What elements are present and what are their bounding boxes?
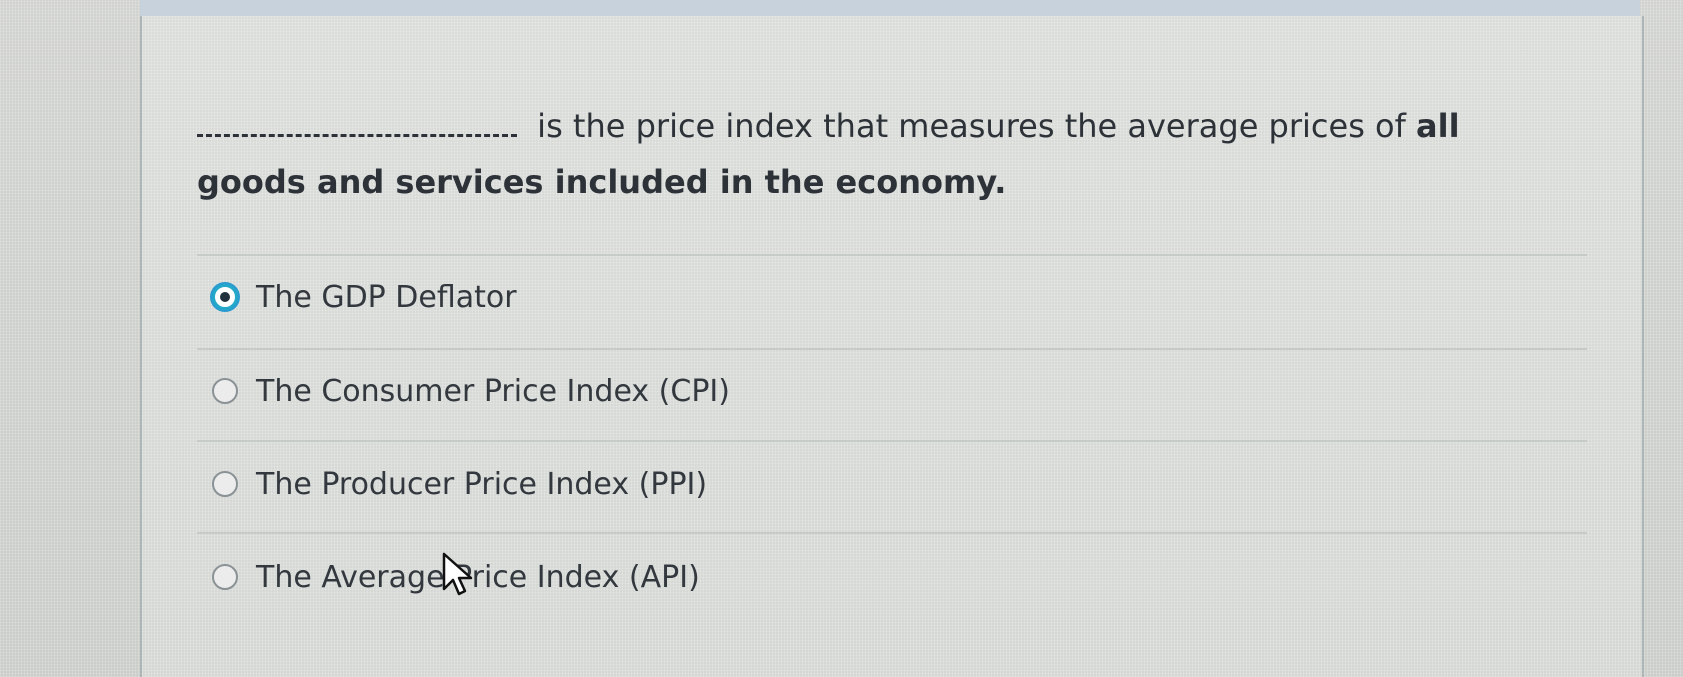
question-line-2: goods and services included in the econo… [197, 163, 1007, 201]
question-text: is the price index that measures the ave… [197, 98, 1617, 210]
option-divider [197, 532, 1587, 534]
question-bold-word: all [1416, 107, 1460, 145]
option-cpi[interactable]: The Consumer Price Index (CPI) [212, 366, 730, 416]
option-gdp-deflator[interactable]: The GDP Deflator [212, 272, 517, 322]
option-ppi[interactable]: The Producer Price Index (PPI) [212, 459, 707, 509]
option-label: The Consumer Price Index (CPI) [256, 373, 730, 409]
option-divider [197, 348, 1587, 350]
top-strip [140, 0, 1640, 17]
question-divider [197, 254, 1587, 256]
option-label: The Average Price Index (API) [256, 559, 700, 595]
radio-selected-icon[interactable] [212, 284, 238, 310]
question-line-1: is the price index that measures the ave… [537, 107, 1406, 145]
option-divider [197, 440, 1587, 442]
radio-unselected-icon[interactable] [212, 471, 238, 497]
answer-blank [197, 133, 517, 137]
option-label: The GDP Deflator [256, 279, 517, 315]
option-label: The Producer Price Index (PPI) [256, 466, 708, 502]
quiz-screen: is the price index that measures the ave… [0, 0, 1683, 677]
radio-unselected-icon[interactable] [212, 378, 238, 404]
question-panel: is the price index that measures the ave… [140, 16, 1644, 677]
arrow-cursor-icon [442, 552, 473, 596]
radio-unselected-icon[interactable] [212, 564, 238, 590]
